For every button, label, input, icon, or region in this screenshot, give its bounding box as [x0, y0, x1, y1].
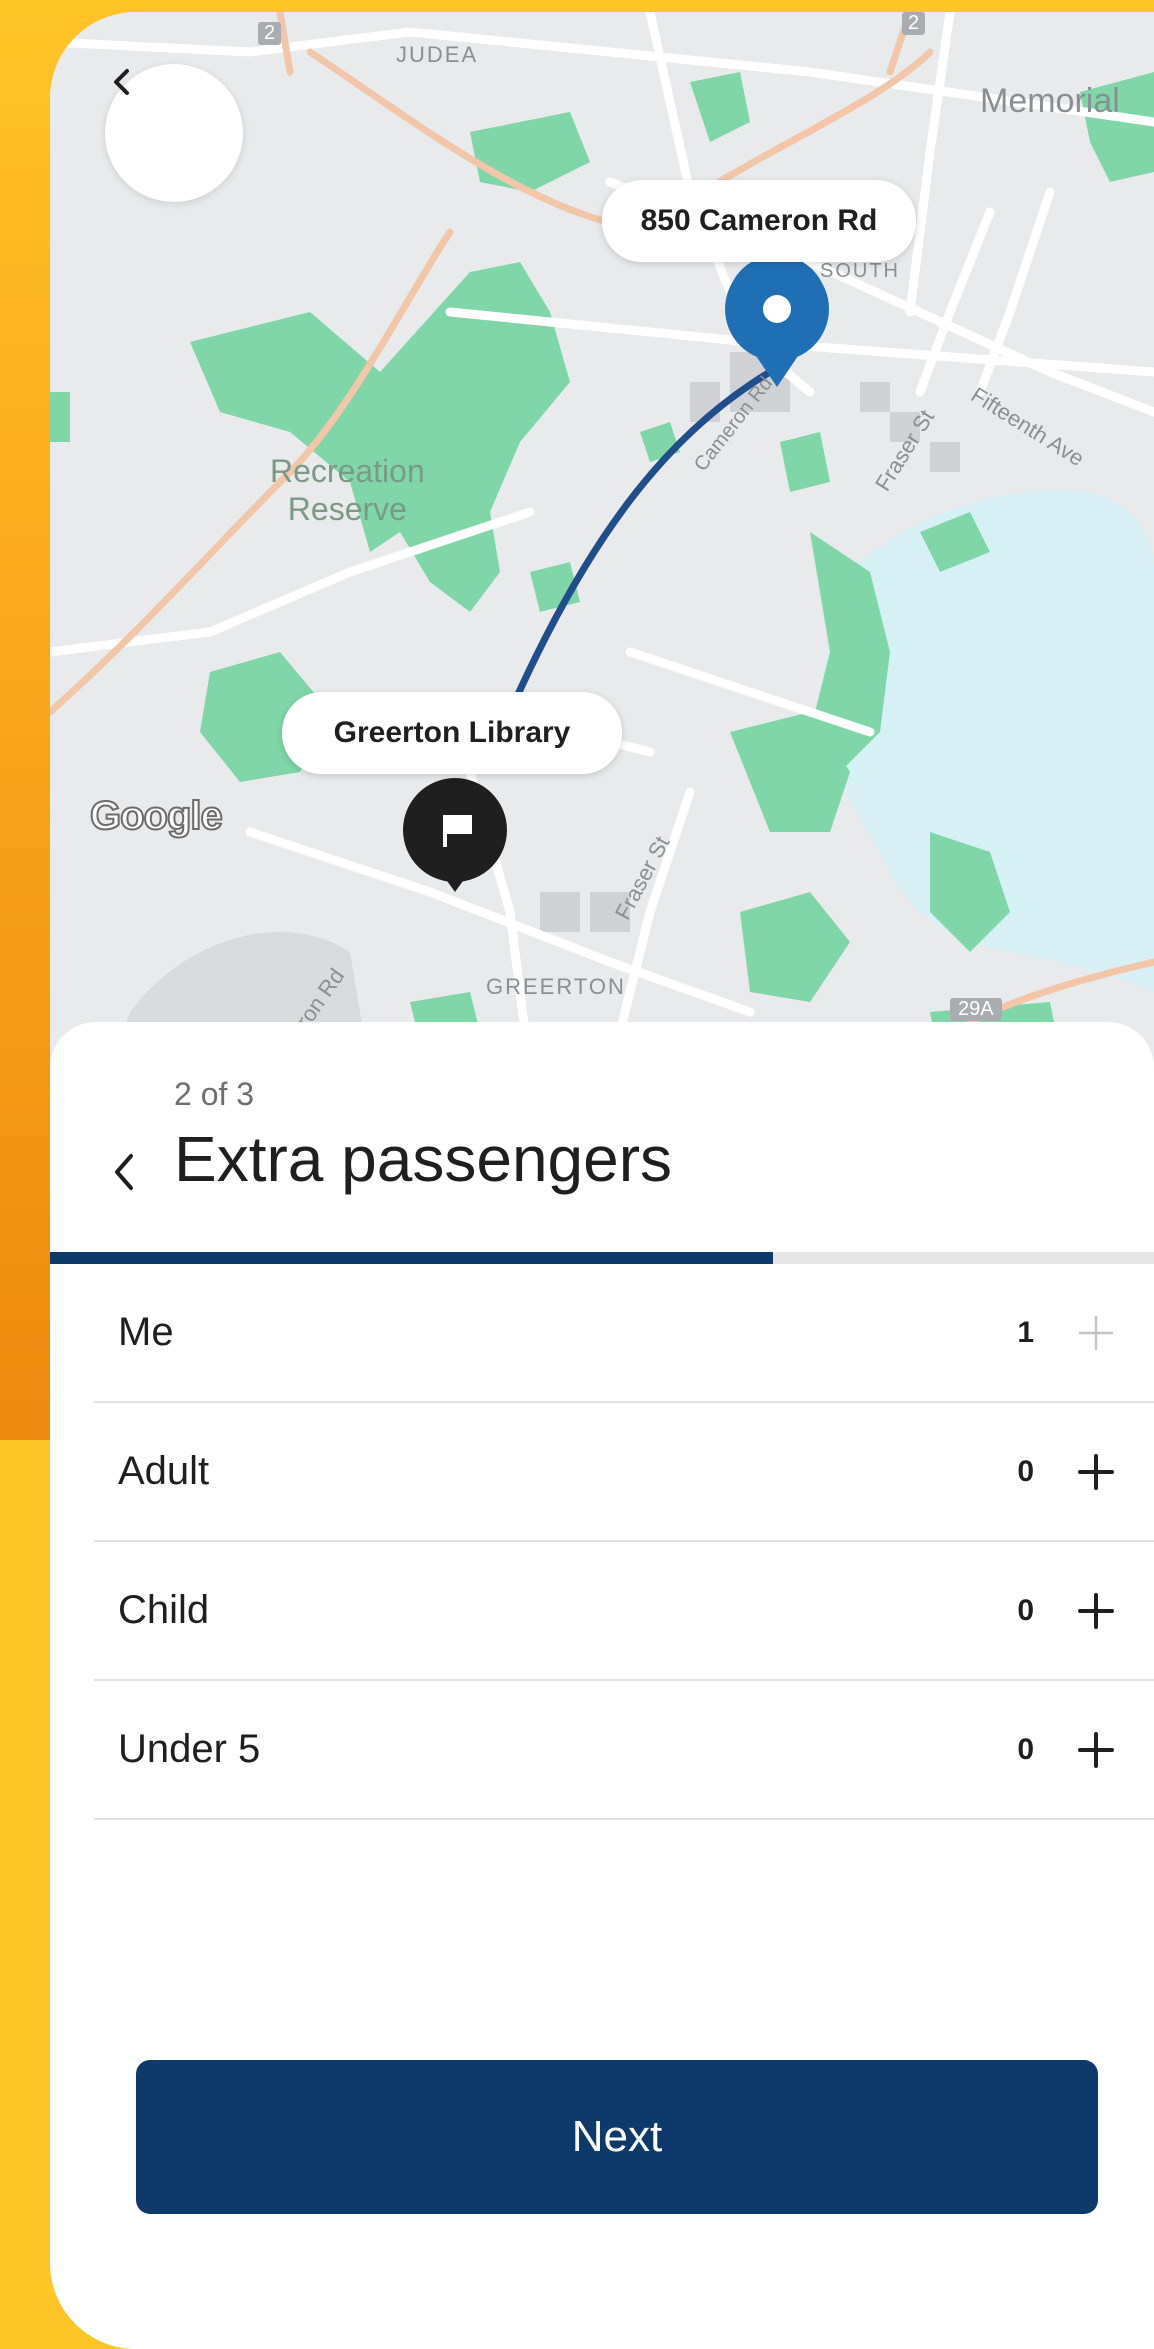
park-small-1	[640, 422, 680, 462]
page-title: Extra passengers	[174, 1123, 673, 1195]
increment-button[interactable]	[1066, 1720, 1126, 1780]
increment-button[interactable]	[1066, 1581, 1126, 1641]
sheet-back-button[interactable]	[94, 1132, 154, 1212]
next-button[interactable]: Next	[136, 2060, 1098, 2214]
passenger-type-label: Adult	[118, 1449, 210, 1493]
map-label-road-29a: 29A	[950, 998, 1002, 1021]
progress-bar-fill	[50, 1252, 774, 1264]
map-label-greerton: GREERTON	[486, 974, 626, 999]
map-view[interactable]: JUDEA 2 2 Memorial SOUTH Fifteenth Ave F…	[50, 12, 1154, 1072]
building	[860, 382, 890, 412]
plus-icon	[1078, 1453, 1114, 1490]
passenger-count: 0	[1017, 1593, 1034, 1627]
passenger-type-label: Under 5	[118, 1727, 261, 1771]
plus-icon	[1078, 1315, 1114, 1350]
passenger-count: 0	[1017, 1732, 1034, 1766]
park-north-2	[690, 72, 750, 142]
park-north-1	[470, 112, 590, 192]
map-label-recreation-reserve: Recreation Reserve	[270, 453, 425, 527]
park-south	[740, 892, 850, 1002]
passenger-row: Me 1	[94, 1264, 1154, 1403]
map-label-south: SOUTH	[820, 260, 900, 282]
park-left-edge	[50, 392, 70, 442]
map-label-memorial: Memorial	[980, 82, 1120, 120]
chevron-left-icon	[115, 1154, 133, 1190]
destination-callout[interactable]: Greerton Library	[282, 692, 622, 774]
map-label-road-2: 2	[258, 22, 282, 45]
passenger-type-label: Me	[118, 1310, 174, 1354]
plus-icon	[1078, 1592, 1114, 1629]
chevron-left-icon	[114, 69, 129, 95]
passenger-row: Adult 0	[94, 1403, 1154, 1542]
progress-bar	[50, 1252, 1154, 1264]
increment-button	[1066, 1303, 1126, 1363]
passenger-list: Me 1 Adult 0 Child 0 Under 5 0	[94, 1264, 1154, 1820]
building	[540, 892, 580, 932]
passenger-count: 1	[1017, 1315, 1034, 1349]
google-logo: Google	[89, 793, 224, 839]
passengers-sheet: 2 of 3 Extra passengers Me 1 Adult 0 Child 0 U…	[50, 1022, 1154, 2349]
plus-icon	[1078, 1731, 1114, 1768]
origin-callout[interactable]: 850 Cameron Rd	[602, 180, 916, 262]
step-indicator: 2 of 3	[174, 1076, 255, 1112]
park-small-2	[780, 432, 830, 492]
map-label-judea: JUDEA	[396, 42, 479, 67]
map-back-button[interactable]	[105, 64, 243, 202]
building	[930, 442, 960, 472]
phone-screen: JUDEA 2 2 Memorial SOUTH Fifteenth Ave F…	[50, 12, 1154, 2349]
increment-button[interactable]	[1066, 1442, 1126, 1502]
passenger-count: 0	[1017, 1454, 1034, 1488]
destination-flag-pin-icon	[403, 778, 507, 892]
passenger-row: Child 0	[94, 1542, 1154, 1681]
map-label-road-2: 2	[902, 12, 926, 35]
passenger-row: Under 5 0	[94, 1681, 1154, 1820]
passenger-type-label: Child	[118, 1588, 210, 1632]
